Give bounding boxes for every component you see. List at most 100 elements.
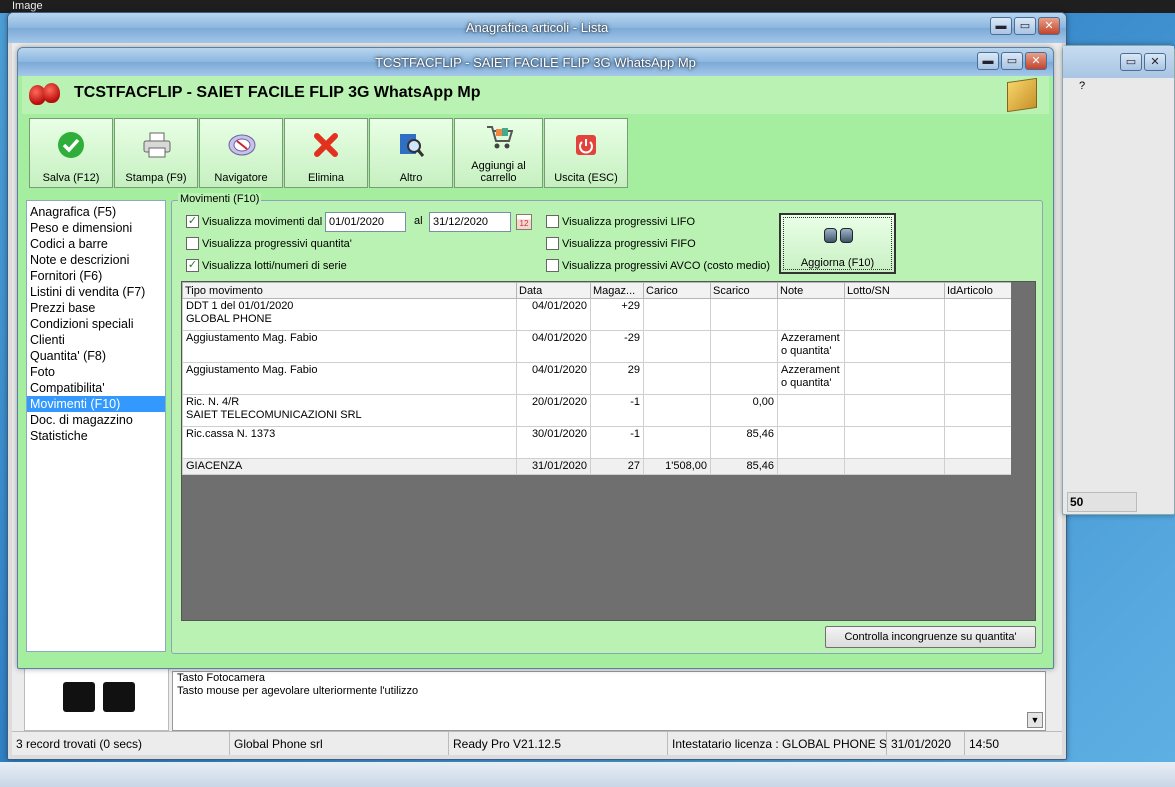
lifo-check[interactable] [546, 215, 559, 228]
date-from-field[interactable]: 01/01/2020 [325, 212, 406, 232]
col-scarico[interactable]: Scarico [710, 282, 778, 299]
cell-scarico: 85,46 [710, 426, 778, 459]
refresh-label: Aggiorna (F10) [800, 257, 875, 269]
cart-icon [485, 123, 513, 151]
cell-tipo: DDT 1 del 01/01/2020 [186, 300, 294, 312]
cell-data: 04/01/2020 [516, 362, 591, 395]
minimize-button[interactable]: ▬ [977, 52, 999, 70]
movements-table: Tipo movimento Data Magaz... Carico Scar… [182, 282, 1012, 475]
cell-note-sub: o quantita' [781, 345, 832, 357]
table-row[interactable]: Aggiustamento Mag. Fabio 04/01/2020 29 A… [182, 362, 1012, 395]
lots-check[interactable]: ✓ [186, 259, 199, 272]
save-button[interactable]: Salva (F12) [29, 118, 113, 188]
avco-checkbox[interactable]: Visualizza progressivi AVCO (costo medio… [546, 259, 770, 272]
printer-icon [142, 131, 171, 159]
nav-item-condizioni[interactable]: Condizioni speciali [27, 316, 165, 332]
nav-item-note[interactable]: Note e descrizioni [27, 252, 165, 268]
exit-button[interactable]: Uscita (ESC) [544, 118, 628, 188]
nav-item-clienti[interactable]: Clienti [27, 332, 165, 348]
show-movements-checkbox[interactable]: ✓ Visualizza movimenti dal [186, 215, 322, 228]
col-carico[interactable]: Carico [643, 282, 711, 299]
print-button[interactable]: Stampa (F9) [114, 118, 198, 188]
date-to-field[interactable]: 31/12/2020 [429, 212, 511, 232]
table-row[interactable]: Aggiustamento Mag. Fabio 04/01/2020 -29 … [182, 330, 1012, 363]
cell-magaz: 29 [590, 362, 644, 395]
status-company: Global Phone srl [230, 732, 449, 755]
maximize-button[interactable]: ▭ [1014, 17, 1036, 35]
nav-item-listini[interactable]: Listini di vendita (F7) [27, 284, 165, 300]
total-magaz: 27 [590, 458, 644, 475]
add-to-cart-button[interactable]: Aggiungi al carrello [454, 118, 543, 188]
refresh-button[interactable]: Aggiorna (F10) [779, 213, 896, 274]
table-row[interactable]: Ric.cassa N. 1373 30/01/2020 -1 85,46 [182, 426, 1012, 459]
cell-data: 04/01/2020 [516, 330, 591, 363]
col-idarticolo[interactable]: IdArticolo [944, 282, 1012, 299]
close-button[interactable]: ✕ [1038, 17, 1060, 35]
lots-checkbox[interactable]: ✓ Visualizza lotti/numeri di serie [186, 259, 347, 272]
check-inconsistencies-button[interactable]: Controlla incongruenze su quantita' [825, 626, 1036, 648]
nav-item-peso[interactable]: Peso e dimensioni [27, 220, 165, 236]
delete-button[interactable]: Elimina [284, 118, 368, 188]
cell-id [944, 362, 1012, 395]
nav-item-foto[interactable]: Foto [27, 364, 165, 380]
fifo-check[interactable] [546, 237, 559, 250]
status-date: 31/01/2020 [887, 732, 965, 755]
table-row[interactable]: DDT 1 del 01/01/2020 GLOBAL PHONE 04/01/2… [182, 298, 1012, 331]
nav-item-codici[interactable]: Codici a barre [27, 236, 165, 252]
cell-note [777, 298, 845, 331]
progressive-qty-checkbox[interactable]: Visualizza progressivi quantita' [186, 237, 352, 250]
taskbar [0, 762, 1175, 787]
cell-tipo: Aggiustamento Mag. Fabio [182, 330, 517, 363]
minimize-button[interactable]: ▬ [990, 17, 1012, 35]
show-movements-check[interactable]: ✓ [186, 215, 199, 228]
binoculars-icon [823, 225, 855, 245]
product-description[interactable]: Tasto Fotocamera Tasto mouse per agevola… [172, 671, 1046, 731]
total-scarico: 85,46 [710, 458, 778, 475]
total-lotto [844, 458, 945, 475]
nav-item-statistiche[interactable]: Statistiche [27, 428, 165, 444]
nav-item-prezzi[interactable]: Prezzi base [27, 300, 165, 316]
cell-scarico: 0,00 [710, 394, 778, 427]
lifo-checkbox[interactable]: Visualizza progressivi LIFO [546, 215, 695, 228]
navigator-button[interactable]: Navigatore [199, 118, 283, 188]
close-button[interactable]: ✕ [1144, 53, 1166, 71]
col-data[interactable]: Data [516, 282, 591, 299]
table-row[interactable]: Ric. N. 4/R SAIET TELECOMUNICAZIONI SRL 2… [182, 394, 1012, 427]
chevron-down-icon[interactable]: ▼ [1027, 712, 1043, 728]
cell-scarico [710, 298, 778, 331]
progressive-qty-label: Visualizza progressivi quantita' [202, 237, 352, 250]
col-note[interactable]: Note [777, 282, 845, 299]
more-button[interactable]: Altro [369, 118, 453, 188]
nav-item-anagrafica[interactable]: Anagrafica (F5) [27, 204, 165, 220]
cell-note [777, 394, 845, 427]
cell-lotto [844, 426, 945, 459]
close-button[interactable]: ✕ [1025, 52, 1047, 70]
product-thumbnail [24, 663, 169, 731]
cell-id [944, 330, 1012, 363]
grid-scrollbar[interactable] [1011, 282, 1035, 620]
nav-item-movimenti[interactable]: Movimenti (F10) [27, 396, 165, 412]
status-license: Intestatario licenza : GLOBAL PHONE S [668, 732, 887, 755]
nav-item-compatibilita[interactable]: Compatibilita' [27, 380, 165, 396]
nav-item-documenti[interactable]: Doc. di magazzino [27, 412, 165, 428]
col-magaz[interactable]: Magaz... [590, 282, 644, 299]
cell-lotto [844, 394, 945, 427]
status-records: 3 record trovati (0 secs) [12, 732, 230, 755]
maximize-button[interactable]: ▭ [1120, 53, 1142, 71]
nav-item-fornitori[interactable]: Fornitori (F6) [27, 268, 165, 284]
col-lotto[interactable]: Lotto/SN [844, 282, 945, 299]
calendar-icon[interactable]: 12 [516, 214, 532, 230]
fifo-checkbox[interactable]: Visualizza progressivi FIFO [546, 237, 696, 250]
avco-check[interactable] [546, 259, 559, 272]
cell-lotto [844, 298, 945, 331]
compass-icon [227, 131, 256, 159]
nav-item-quantita[interactable]: Quantita' (F8) [27, 348, 165, 364]
maximize-button[interactable]: ▭ [1001, 52, 1023, 70]
total-tipo: GIACENZA [182, 458, 517, 475]
cube-icon [1007, 77, 1037, 113]
progressive-qty-check[interactable] [186, 237, 199, 250]
more-label: Altro [399, 172, 423, 184]
description-line-2: Tasto mouse per agevolare ulteriormente … [177, 685, 419, 697]
help-menu[interactable]: ? [1079, 80, 1085, 92]
col-tipo[interactable]: Tipo movimento [182, 282, 517, 299]
